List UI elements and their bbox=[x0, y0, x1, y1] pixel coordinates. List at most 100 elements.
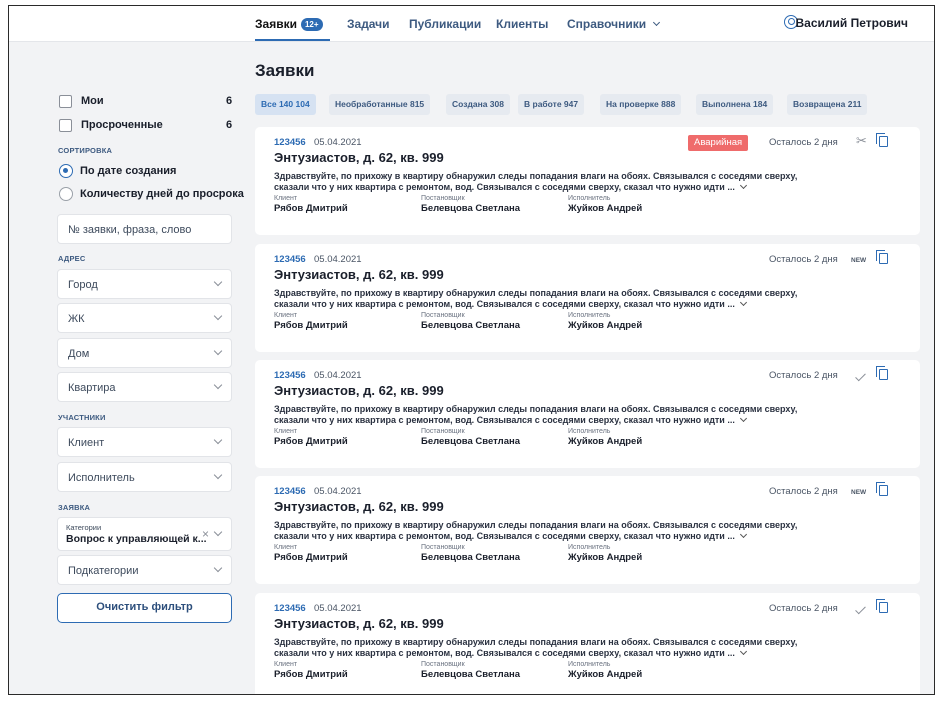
tab-badge: 12+ bbox=[300, 18, 323, 31]
apartment-select[interactable]: Квартира bbox=[57, 372, 232, 402]
chip-all[interactable]: Все 140 104 bbox=[255, 94, 316, 115]
select-placeholder: Подкатегории bbox=[68, 565, 139, 577]
new-label: NEW bbox=[851, 489, 867, 496]
category-select[interactable]: Категории Вопрос к управляющей к... × bbox=[57, 517, 232, 551]
tab-requests[interactable]: Заявки 12+ bbox=[255, 17, 323, 31]
request-number[interactable]: 123456 bbox=[274, 370, 306, 381]
checkbox[interactable] bbox=[59, 95, 72, 108]
time-remaining: Осталось 2 дня bbox=[769, 603, 838, 614]
chip-returned[interactable]: Возвращена 211 bbox=[787, 94, 868, 115]
executor-label: Исполнитель bbox=[568, 428, 611, 435]
request-date: 05.04.2021 bbox=[314, 254, 362, 265]
chevron-down-icon bbox=[213, 527, 223, 537]
new-label: NEW bbox=[851, 257, 867, 264]
copy-icon[interactable] bbox=[876, 133, 888, 147]
chevron-down-icon[interactable] bbox=[739, 414, 747, 423]
copy-icon[interactable] bbox=[876, 482, 888, 496]
request-address: Энтузиастов, д. 62, кв. 999 bbox=[274, 499, 444, 514]
complex-select[interactable]: ЖК bbox=[57, 303, 232, 333]
radio-sort-by-days[interactable] bbox=[59, 187, 73, 201]
client-name: Рябов Дмитрий bbox=[274, 436, 348, 447]
request-number[interactable]: 123456 bbox=[274, 603, 306, 614]
request-description: Здравствуйте, по прихожу в квартиру обна… bbox=[274, 171, 819, 193]
tab-clients[interactable]: Клиенты bbox=[496, 17, 548, 31]
request-card[interactable]: 123456 05.04.2021 Энтузиастов, д. 62, кв… bbox=[255, 127, 920, 235]
time-remaining: Осталось 2 дня bbox=[769, 370, 838, 381]
request-description: Здравствуйте, по прихожу в квартиру обна… bbox=[274, 637, 819, 659]
request-number[interactable]: 123456 bbox=[274, 254, 306, 265]
radio-sort-by-date[interactable] bbox=[59, 164, 73, 178]
check-icon[interactable] bbox=[855, 603, 866, 615]
active-tab-indicator bbox=[255, 39, 330, 41]
client-label: Клиент bbox=[274, 195, 298, 202]
description-text: Здравствуйте, по прихожу в квартиру обна… bbox=[274, 288, 798, 309]
request-address: Энтузиастов, д. 62, кв. 999 bbox=[274, 150, 444, 165]
executor-name: Жуйков Андрей bbox=[568, 669, 643, 680]
copy-icon[interactable] bbox=[876, 366, 888, 380]
client-name: Рябов Дмитрий bbox=[274, 320, 348, 331]
checkbox[interactable] bbox=[59, 119, 72, 132]
client-label: Клиент bbox=[274, 428, 298, 435]
copy-icon[interactable] bbox=[876, 599, 888, 613]
chevron-down-icon[interactable] bbox=[739, 181, 747, 190]
executor-name: Жуйков Андрей bbox=[568, 203, 643, 214]
radio-label: Количеству дней до просрока bbox=[80, 188, 244, 200]
executor-label: Исполнитель bbox=[568, 195, 611, 202]
search-input[interactable]: № заявки, фраза, слово bbox=[57, 214, 232, 244]
executor-label: Исполнитель bbox=[568, 312, 611, 319]
tab-label: Заявки bbox=[255, 17, 297, 31]
chevron-down-icon bbox=[213, 346, 223, 356]
setter-label: Постановщик bbox=[421, 544, 465, 551]
app-window: Заявки 12+ Задачи Публикации Клиенты Спра… bbox=[8, 5, 935, 695]
select-placeholder: Исполнитель bbox=[68, 472, 135, 484]
copy-icon[interactable] bbox=[876, 250, 888, 264]
description-text: Здравствуйте, по прихожу в квартиру обна… bbox=[274, 171, 798, 192]
request-card[interactable]: 123456 05.04.2021 Энтузиастов, д. 62, кв… bbox=[255, 244, 920, 352]
tools-icon[interactable]: ✂ bbox=[856, 133, 867, 149]
setter-label: Постановщик bbox=[421, 661, 465, 668]
checkbox-count: 6 bbox=[226, 119, 233, 131]
tab-tasks[interactable]: Задачи bbox=[347, 17, 390, 31]
subcategory-select[interactable]: Подкатегории bbox=[57, 555, 232, 585]
client-label: Клиент bbox=[274, 312, 298, 319]
checkbox-label: Просроченные bbox=[81, 119, 163, 131]
chevron-down-icon bbox=[213, 470, 223, 480]
chip-done[interactable]: Выполнена 184 bbox=[696, 94, 774, 115]
request-description: Здравствуйте, по прихожу в квартиру обна… bbox=[274, 288, 819, 310]
chip-unprocessed[interactable]: Необработанные 815 bbox=[329, 94, 431, 115]
tab-directories[interactable]: Справочники bbox=[567, 17, 660, 31]
request-card[interactable]: 123456 05.04.2021 Энтузиастов, д. 62, кв… bbox=[255, 476, 920, 584]
emergency-badge: Аварийная bbox=[688, 135, 749, 151]
chevron-down-icon[interactable] bbox=[739, 647, 747, 656]
check-icon[interactable] bbox=[855, 370, 866, 382]
chevron-down-icon bbox=[213, 563, 223, 573]
clear-filter-button[interactable]: Очистить фильтр bbox=[57, 593, 232, 623]
client-label: Клиент bbox=[274, 661, 298, 668]
chip-created[interactable]: Создана 308 bbox=[446, 94, 510, 115]
request-number[interactable]: 123456 bbox=[274, 486, 306, 497]
user-name[interactable]: Василий Петрович bbox=[796, 16, 909, 30]
client-select[interactable]: Клиент bbox=[57, 427, 232, 457]
clear-icon[interactable]: × bbox=[202, 527, 209, 541]
tab-publications[interactable]: Публикации bbox=[409, 17, 481, 31]
setter-name: Белевцова Светлана bbox=[421, 436, 521, 447]
setter-name: Белевцова Светлана bbox=[421, 552, 521, 563]
executor-name: Жуйков Андрей bbox=[568, 320, 643, 331]
chip-in-progress[interactable]: В работе 947 bbox=[518, 94, 585, 115]
house-select[interactable]: Дом bbox=[57, 338, 232, 368]
executor-select[interactable]: Исполнитель bbox=[57, 462, 232, 492]
request-number[interactable]: 123456 bbox=[274, 137, 306, 148]
chevron-down-icon[interactable] bbox=[739, 298, 747, 307]
search-placeholder: № заявки, фраза, слово bbox=[68, 224, 192, 236]
request-card[interactable]: 123456 05.04.2021 Энтузиастов, д. 62, кв… bbox=[255, 593, 920, 694]
description-text: Здравствуйте, по прихожу в квартиру обна… bbox=[274, 637, 798, 658]
client-name: Рябов Дмитрий bbox=[274, 552, 348, 563]
chevron-down-icon[interactable] bbox=[739, 530, 747, 539]
request-card[interactable]: 123456 05.04.2021 Энтузиастов, д. 62, кв… bbox=[255, 360, 920, 468]
tab-label: Справочники bbox=[567, 17, 647, 31]
city-select[interactable]: Город bbox=[57, 269, 232, 299]
select-placeholder: Дом bbox=[68, 348, 90, 360]
chip-review[interactable]: На проверке 888 bbox=[600, 94, 682, 115]
setter-name: Белевцова Светлана bbox=[421, 320, 521, 331]
request-date: 05.04.2021 bbox=[314, 603, 362, 614]
